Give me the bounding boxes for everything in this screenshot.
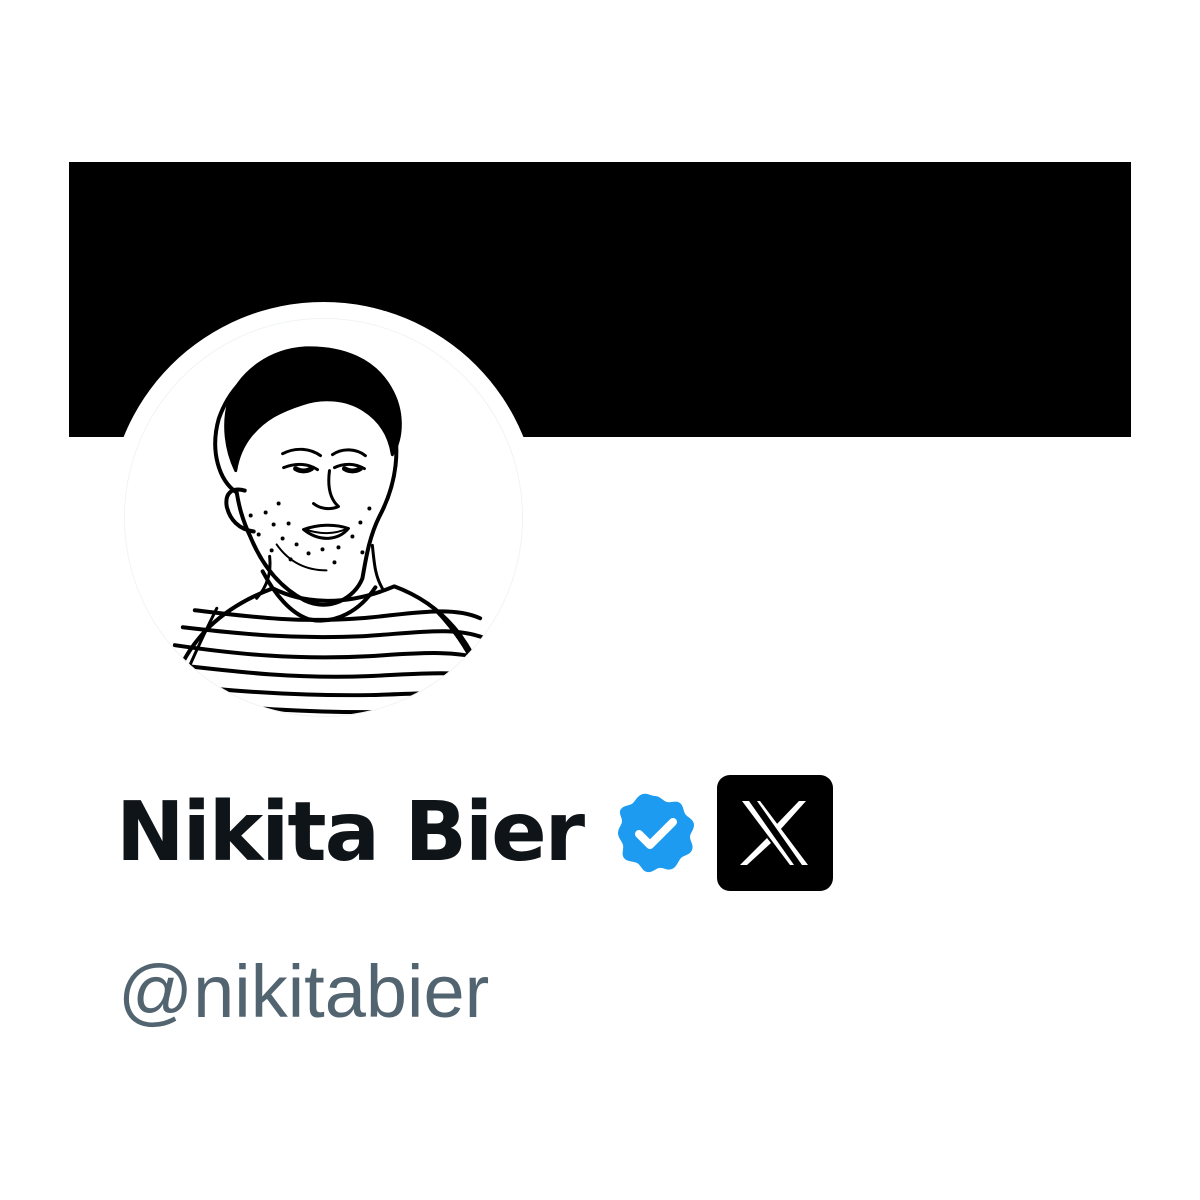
x-logo-icon	[740, 801, 809, 865]
profile-header-card: Nikita Bier @nikitabier	[0, 0, 1200, 1200]
profile-name-row: Nikita Bier	[116, 775, 834, 891]
display-name: Nikita Bier	[116, 785, 585, 880]
x-affiliation-badge[interactable]	[717, 775, 834, 891]
avatar-drawing	[125, 319, 522, 716]
profile-handle[interactable]: @nikitabier	[118, 955, 489, 1029]
verified-badge-icon[interactable]	[615, 793, 695, 873]
avatar[interactable]	[124, 318, 523, 717]
